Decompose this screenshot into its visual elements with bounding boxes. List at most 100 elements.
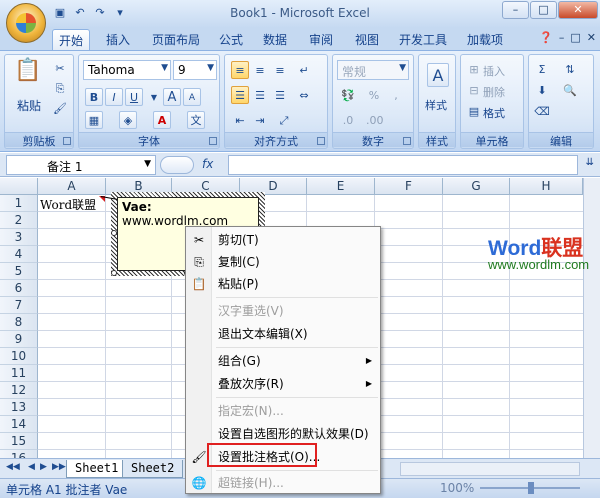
align-center-icon[interactable]: ☰ — [251, 86, 269, 104]
insert-cells-label[interactable]: 插入 — [483, 63, 505, 79]
vertical-scrollbar[interactable] — [583, 178, 600, 458]
last-sheet-icon[interactable]: ▶▶ — [52, 462, 66, 472]
increase-decimal-icon[interactable]: .0 — [339, 111, 357, 129]
tab-page-layout[interactable]: 页面布局 — [152, 31, 200, 48]
cell-a1[interactable]: Word联盟 — [40, 196, 96, 213]
minimize-button[interactable]: – — [502, 1, 529, 19]
font-name-combo[interactable]: Tahoma ▼ — [83, 60, 171, 80]
font-size-combo[interactable]: 9 ▼ — [173, 60, 217, 80]
menu-item-hyperlink[interactable]: 🌐 超链接(H)... — [186, 472, 380, 494]
row-header-11[interactable]: 11 — [0, 365, 38, 382]
autosum-icon[interactable]: Σ — [533, 60, 551, 78]
clipboard-launcher-icon[interactable] — [63, 137, 71, 145]
number-launcher-icon[interactable] — [403, 137, 411, 145]
row-header-2[interactable]: 2 — [0, 212, 38, 229]
menu-item-exit-edit[interactable]: 退出文本编辑(X) — [186, 323, 380, 345]
first-sheet-icon[interactable]: ◀◀ — [6, 462, 20, 472]
tab-home[interactable]: 开始 — [52, 29, 91, 50]
format-cells-icon[interactable]: ▤ — [465, 102, 483, 120]
menu-item-order[interactable]: 叠放次序(R) ▶ — [186, 373, 380, 395]
close-button[interactable]: ✕ — [558, 1, 598, 19]
currency-icon[interactable]: 💱 — [339, 86, 357, 104]
align-bottom-icon[interactable]: ≡ — [271, 61, 289, 79]
styles-icon[interactable]: A — [427, 63, 449, 87]
row-header-7[interactable]: 7 — [0, 297, 38, 314]
decrease-decimal-icon[interactable]: .00 — [365, 111, 384, 129]
formula-input[interactable] — [228, 155, 578, 175]
prev-sheet-icon[interactable]: ◀ — [28, 462, 35, 472]
doc-minimize-icon[interactable]: – — [559, 31, 565, 44]
column-header-g[interactable]: G — [443, 178, 510, 195]
alignment-launcher-icon[interactable] — [317, 137, 325, 145]
shrink-font-button[interactable]: A — [183, 88, 201, 106]
delete-cells-icon[interactable]: ⊟ — [465, 81, 483, 99]
tab-formulas[interactable]: 公式 — [219, 31, 243, 48]
align-top-icon[interactable]: ≡ — [231, 61, 249, 79]
format-cells-label[interactable]: 格式 — [483, 105, 505, 121]
menu-item-paste[interactable]: 📋 粘贴(P) — [186, 273, 380, 295]
row-header-6[interactable]: 6 — [0, 280, 38, 297]
office-button[interactable] — [6, 3, 46, 43]
insert-cells-icon[interactable]: ⊞ — [465, 60, 483, 78]
orientation-icon[interactable]: ⤢ — [275, 111, 293, 129]
increase-indent-icon[interactable]: ⇥ — [251, 111, 269, 129]
percent-button[interactable]: % — [365, 86, 383, 104]
paste-icon[interactable]: 📋 — [13, 60, 41, 93]
formula-cancel-enter[interactable] — [160, 156, 194, 174]
italic-button[interactable]: I — [105, 88, 123, 106]
row-header-10[interactable]: 10 — [0, 348, 38, 365]
align-middle-icon[interactable]: ≡ — [251, 61, 269, 79]
clear-icon[interactable]: ⌫ — [533, 102, 551, 120]
decrease-indent-icon[interactable]: ⇤ — [231, 111, 249, 129]
row-header-13[interactable]: 13 — [0, 399, 38, 416]
zoom-level[interactable]: 100% — [440, 481, 474, 495]
next-sheet-icon[interactable]: ▶ — [40, 462, 47, 472]
row-header-1[interactable]: 1 — [0, 195, 38, 212]
delete-cells-label[interactable]: 删除 — [483, 84, 505, 100]
row-header-4[interactable]: 4 — [0, 246, 38, 263]
number-format-combo[interactable]: 常规 ▼ — [337, 60, 409, 80]
select-all-corner[interactable] — [0, 178, 38, 195]
resize-handle[interactable] — [111, 230, 117, 236]
column-header-f[interactable]: F — [375, 178, 443, 195]
grow-font-button[interactable]: A — [163, 88, 181, 106]
find-select-icon[interactable]: 🔍 — [561, 81, 579, 99]
row-header-9[interactable]: 9 — [0, 331, 38, 348]
tab-developer[interactable]: 开发工具 — [399, 31, 447, 48]
bold-button[interactable]: B — [85, 88, 103, 106]
menu-item-cut[interactable]: ✂ 剪切(T) — [186, 229, 380, 251]
fill-icon[interactable]: ⬇ — [533, 81, 551, 99]
format-painter-icon[interactable]: 🖌 — [51, 99, 69, 117]
menu-item-reconvert[interactable]: 汉字重选(V) — [186, 300, 380, 322]
row-header-5[interactable]: 5 — [0, 263, 38, 280]
paste-label[interactable]: 粘贴 — [17, 97, 41, 114]
chevron-down-icon[interactable]: ▼ — [145, 88, 163, 106]
row-header-15[interactable]: 15 — [0, 433, 38, 450]
zoom-slider-knob[interactable] — [528, 482, 534, 494]
column-header-e[interactable]: E — [307, 178, 375, 195]
horizontal-scrollbar[interactable] — [400, 462, 580, 476]
fill-color-icon[interactable]: ◈ — [119, 111, 137, 129]
border-icon[interactable]: ▦ — [85, 111, 103, 129]
wrap-text-icon[interactable]: ↵ — [295, 61, 313, 79]
align-left-icon[interactable]: ☰ — [231, 86, 249, 104]
font-color-icon[interactable]: A — [153, 111, 171, 129]
doc-close-icon[interactable]: ✕ — [587, 31, 596, 44]
copy-icon[interactable]: ⎘ — [51, 79, 69, 97]
row-header-16[interactable]: 16 — [0, 450, 38, 458]
menu-item-group[interactable]: 组合(G) ▶ — [186, 350, 380, 372]
insert-function-button[interactable]: fx — [202, 157, 213, 171]
menu-item-assign-macro[interactable]: 指定宏(N)... — [186, 400, 380, 422]
tab-review[interactable]: 审阅 — [309, 31, 333, 48]
phonetic-icon[interactable]: 文 — [187, 111, 205, 129]
column-header-h[interactable]: H — [510, 178, 583, 195]
align-right-icon[interactable]: ☰ — [271, 86, 289, 104]
tab-addins[interactable]: 加载项 — [467, 31, 503, 48]
row-header-8[interactable]: 8 — [0, 314, 38, 331]
tab-insert[interactable]: 插入 — [106, 31, 130, 48]
row-header-3[interactable]: 3 — [0, 229, 38, 246]
styles-label[interactable]: 样式 — [425, 97, 447, 113]
cut-icon[interactable]: ✂ — [51, 59, 69, 77]
tab-data[interactable]: 数据 — [263, 31, 287, 48]
expand-formula-icon[interactable]: ⇊ — [586, 157, 594, 168]
